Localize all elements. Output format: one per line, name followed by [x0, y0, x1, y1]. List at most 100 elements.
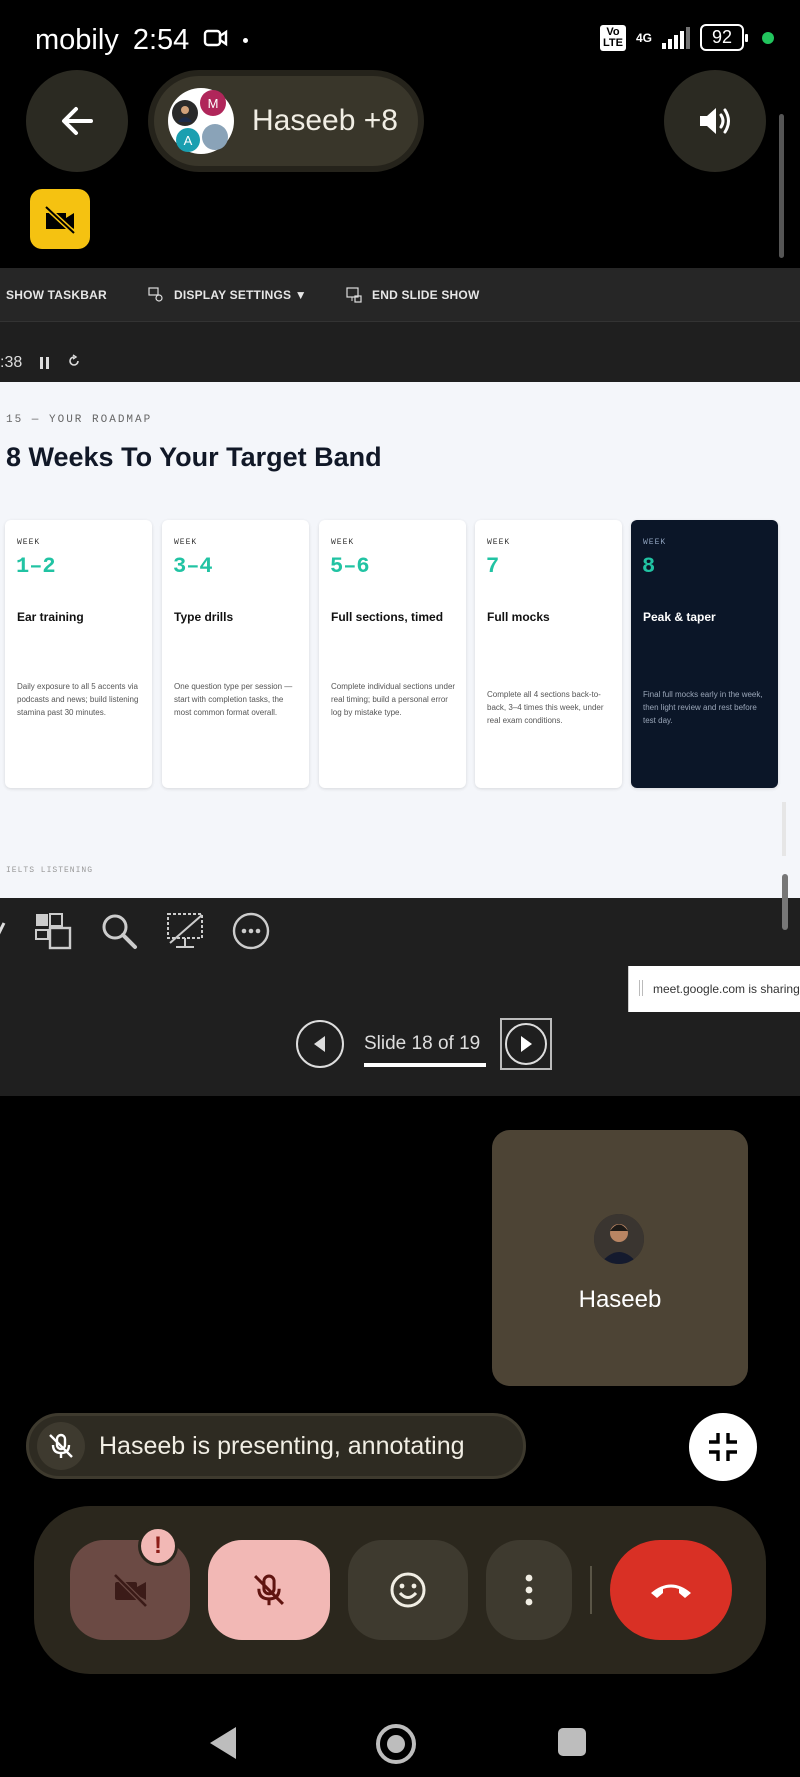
signal-icon	[661, 26, 690, 49]
call-controls: !	[34, 1506, 766, 1674]
slide-counter-text: Slide 18 of 19	[364, 1033, 481, 1054]
restart-icon[interactable]	[67, 353, 81, 373]
presenting-status: Haseeb is presenting, annotating	[26, 1413, 526, 1479]
display-settings-label: DISPLAY SETTINGS ▼	[174, 287, 307, 302]
participant-name: Haseeb	[578, 1286, 662, 1313]
week-title: Full sections, timed	[331, 610, 444, 624]
status-bar-right: Vo LTE 4G 92	[599, 24, 774, 51]
slideshow-toolbar: SHOW TASKBAR DISPLAY SETTINGS ▼ END SLID…	[0, 268, 800, 322]
week-number: 5–6	[330, 554, 370, 579]
week-label: WEEK	[331, 538, 355, 547]
triangle-back-icon	[210, 1727, 236, 1759]
collapse-icon	[709, 1433, 737, 1461]
status-bar-left: mobily 2:54	[35, 24, 249, 57]
avatar	[172, 100, 198, 126]
slide-section-label: 15 — YOUR ROADMAP	[6, 414, 153, 426]
avatar	[594, 1214, 644, 1264]
avatar: M	[200, 90, 226, 116]
shared-screen: SHOW TASKBAR DISPLAY SETTINGS ▼ END SLID…	[0, 268, 800, 1096]
slide-title: 8 Weeks To Your Target Band	[6, 442, 382, 472]
week-description: Final full mocks early in the week, then…	[643, 690, 763, 725]
system-navigation-bar	[0, 1700, 800, 1777]
battery-level: 92	[699, 24, 749, 51]
timer: :38	[0, 354, 23, 371]
previous-slide-button[interactable]	[296, 1020, 344, 1068]
sharing-notice-text: meet.google.com is sharing y	[653, 982, 800, 996]
display-settings-icon	[148, 286, 163, 302]
network-type: 4G	[635, 30, 652, 45]
divider	[590, 1566, 592, 1614]
mic-toggle-button[interactable]	[208, 1540, 330, 1640]
week-label: WEEK	[174, 538, 198, 547]
participant-avatars: M A	[168, 88, 234, 154]
week-card-highlighted: WEEK 8 Peak & taper Final full mocks ear…	[631, 520, 778, 788]
week-card: WEEK 7 Full mocks Complete all 4 section…	[475, 520, 622, 788]
end-call-button[interactable]	[610, 1540, 732, 1640]
week-description: Daily exposure to all 5 accents via podc…	[17, 682, 139, 717]
end-slide-show-label: END SLIDE SHOW	[372, 287, 480, 302]
emoji-icon	[390, 1572, 426, 1608]
drag-handle-icon[interactable]	[639, 980, 643, 996]
slide-navigation: Slide 18 of 19	[296, 1016, 553, 1072]
back-button[interactable]	[26, 70, 128, 172]
video-off-icon	[44, 205, 76, 234]
pause-icon[interactable]	[40, 357, 50, 369]
week-label: WEEK	[643, 538, 667, 547]
meeting-title-pill[interactable]: M A Haseeb +8	[148, 70, 424, 172]
triangle-right-icon	[521, 1036, 533, 1052]
exit-fullscreen-button[interactable]	[689, 1413, 757, 1481]
clock: 2:54	[132, 24, 190, 56]
notification-dot-icon	[243, 38, 249, 43]
slide-footer: IELTS LISTENING	[6, 866, 94, 875]
week-number: 1–2	[16, 554, 56, 579]
end-show-icon	[346, 286, 362, 303]
more-options-button[interactable]	[486, 1540, 572, 1640]
avatar	[202, 124, 228, 150]
show-taskbar-label: SHOW TASKBAR	[6, 287, 107, 302]
show-taskbar-button[interactable]: SHOW TASKBAR	[6, 288, 107, 302]
week-card: WEEK 1–2 Ear training Daily exposure to …	[5, 520, 152, 788]
week-description: One question type per session — start wi…	[174, 682, 293, 717]
meeting-title: Haseeb +8	[252, 104, 398, 137]
camera-off-indicator[interactable]	[30, 189, 90, 249]
hang-up-icon	[651, 1584, 691, 1598]
week-description: Complete individual sections under real …	[331, 682, 456, 717]
nav-recents-button[interactable]	[556, 1726, 588, 1763]
week-title: Full mocks	[487, 610, 550, 624]
week-label: WEEK	[487, 538, 511, 547]
slide-sorter-icon[interactable]	[30, 908, 76, 954]
end-slide-show-button[interactable]: END SLIDE SHOW	[346, 286, 480, 303]
week-card: WEEK 5–6 Full sections, timed Complete i…	[319, 520, 466, 788]
presenter-tools	[0, 908, 300, 958]
shared-screen-scrollbar[interactable]	[782, 874, 788, 930]
volte-icon: Vo LTE	[599, 24, 626, 51]
reactions-button[interactable]	[348, 1540, 468, 1640]
slide-progress-bar	[364, 1063, 486, 1067]
screen-record-icon	[203, 24, 229, 57]
black-screen-icon[interactable]	[162, 908, 208, 954]
zoom-search-icon[interactable]	[96, 908, 142, 954]
pen-tool-icon[interactable]	[0, 908, 10, 954]
carrier-name: mobily	[35, 24, 119, 56]
video-off-icon	[113, 1573, 148, 1608]
week-title: Type drills	[174, 610, 234, 624]
home-circle-icon	[376, 1724, 416, 1764]
display-settings-button[interactable]: DISPLAY SETTINGS ▼	[148, 286, 307, 303]
scrollbar[interactable]	[779, 114, 784, 258]
week-title: Peak & taper	[643, 610, 716, 624]
privacy-indicator-icon	[762, 31, 774, 44]
nav-back-button[interactable]	[206, 1724, 238, 1767]
next-slide-circle	[505, 1023, 548, 1065]
next-slide-button[interactable]	[500, 1018, 553, 1070]
presenting-text: Haseeb is presenting, annotating	[99, 1431, 465, 1460]
square-recents-icon	[558, 1728, 586, 1756]
self-video-tile[interactable]: Haseeb	[492, 1130, 748, 1386]
camera-alert-badge: !	[138, 1526, 178, 1566]
more-options-icon[interactable]	[228, 908, 274, 954]
week-card: WEEK 3–4 Type drills One question type p…	[162, 520, 309, 788]
slide-scrollbar	[782, 802, 786, 856]
week-description: Complete all 4 sections back-to-back, 3–…	[487, 690, 604, 725]
speaker-button[interactable]	[664, 70, 766, 172]
nav-home-button[interactable]	[374, 1722, 418, 1771]
screen-sharing-notice: meet.google.com is sharing y	[628, 966, 800, 1012]
